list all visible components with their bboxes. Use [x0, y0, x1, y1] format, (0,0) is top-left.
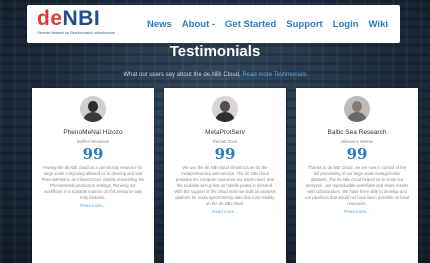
read-more-link[interactable]: Read more...: [296, 209, 418, 214]
quote-icon: 99: [214, 145, 236, 163]
top-navbar: deNBI German Network for Bioinformatics …: [27, 5, 400, 43]
nav-menu: News About - Get Started Support Login W…: [147, 5, 388, 43]
nav-about[interactable]: About -: [182, 19, 215, 30]
nav-login[interactable]: Login: [333, 19, 359, 30]
nav-get-started[interactable]: Get Started: [225, 19, 276, 30]
read-more-testimonials-link[interactable]: Read more Testimonials: [242, 72, 306, 78]
nav-support[interactable]: Support: [286, 19, 322, 30]
quote-icon: 99: [346, 145, 368, 163]
testimonial-card: PhenoMeNal Hizozo Steffen Neumann 99 Hav…: [32, 88, 154, 263]
denbi-logo[interactable]: deNBI German Network for Bioinformatics …: [37, 8, 115, 42]
avatar: [80, 96, 106, 122]
logo-de-text: de: [37, 7, 63, 30]
logo-subtitle: German Network for Bioinformatics Infras…: [37, 31, 116, 35]
testimonial-card: MetaProtServ Roman Zoun 99 We use the de…: [164, 88, 286, 263]
card-quote-text: We use the de.NBI cloud infrastructure f…: [174, 165, 276, 206]
read-more-link[interactable]: Read more...: [164, 209, 286, 214]
avatar: [212, 96, 238, 122]
card-person-name: Roman Zoun: [212, 139, 238, 144]
card-person-name: Steffen Neumann: [76, 139, 110, 144]
nav-wiki[interactable]: Wiki: [369, 19, 388, 30]
testimonial-card: Baltic Sea Research Johannes Werner 99 T…: [296, 88, 418, 263]
card-quote-text: Thanks to de.NBI Cloud, we are now in co…: [305, 165, 409, 206]
card-project-name: MetaProtServ: [205, 129, 245, 136]
read-more-link[interactable]: Read more...: [32, 203, 154, 208]
nav-news[interactable]: News: [147, 19, 172, 30]
quote-icon: 99: [82, 145, 104, 163]
intro-text: What our users say about the de.NBI Clou…: [123, 72, 241, 78]
logo-nbi-text: NBI: [62, 7, 101, 30]
avatar: [344, 96, 370, 122]
section-intro: What our users say about the de.NBI Clou…: [0, 72, 430, 78]
card-quote-text: Having the de.NBI cloud as a community r…: [41, 165, 145, 200]
page-title: Testimonials: [169, 43, 261, 60]
card-project-name: Baltic Sea Research: [327, 129, 387, 136]
card-project-name: PhenoMeNal Hizozo: [63, 129, 123, 136]
card-person-name: Johannes Werner: [340, 139, 374, 144]
